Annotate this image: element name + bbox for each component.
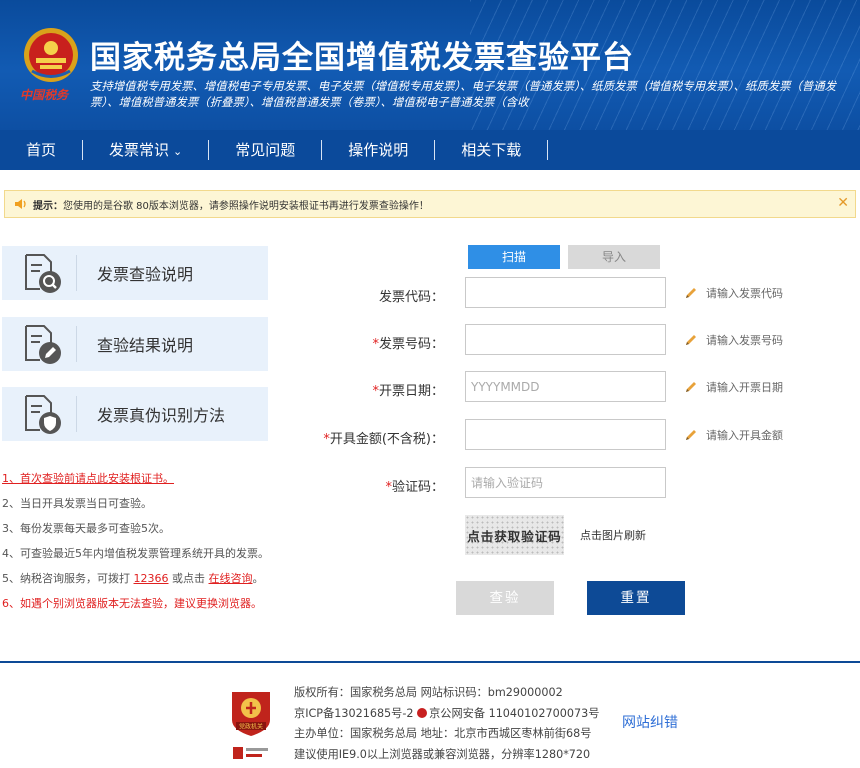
footer-info: 版权所有：国家税务总局 网站标识码：bm29000002 京ICP备130216… [294,683,599,765]
tip-same-day: 2、当日开具发票当日可查验。 [2,497,152,510]
tab-import[interactable]: 导入 [568,245,660,269]
site-header: 中国税务 国家税务总局全国增值税发票查验平台 支持增值税专用发票、增值税电子专用… [0,0,860,130]
notice-prefix: 提示： [33,200,63,212]
footer-organizer: 主办单位：国家税务总局 地址：北京市西城区枣林前街68号 [294,727,592,740]
tax-emblem-icon [24,28,78,82]
nav-downloads[interactable]: 相关下载 [435,140,547,160]
invoice-code-label: 发票代码： [300,286,444,305]
speaker-icon [15,199,26,209]
police-badge-icon [417,707,428,718]
tip-five-years: 4、可查验最近5年内增值税发票管理系统开具的发票。 [2,547,269,560]
page-subtitle: 支持增值税专用发票、增值税电子专用发票、电子发票（增值税专用发票）、电子发票（普… [90,79,837,109]
pencil-icon [686,382,696,392]
invoice-number-label: *发票号码： [300,333,444,352]
tips-list: 1、首次查验前请点此安装根证书。 2、当日开具发票当日可查验。 3、每份发票每天… [2,466,302,616]
invoice-number-hint: 请输入发票号码 [684,332,783,348]
close-icon[interactable]: ✕ [837,195,849,211]
nav-instructions-label: 操作说明 [348,141,409,159]
check-button[interactable]: 查验 [456,581,554,615]
invoice-number-hint-text: 请输入发票号码 [706,334,783,347]
invoice-number-input[interactable] [465,324,666,355]
doc-edit-icon [25,325,61,364]
card-separator [76,255,77,291]
tip-consult-pre: 5、纳税咨询服务，可拨打 [2,572,134,585]
captcha-refresh-tip: 点击图片刷新 [580,529,646,542]
logo-text: 党政机关 [239,723,263,731]
card-result-guide[interactable]: 查验结果说明 [2,317,268,371]
tip-consult-mid: 或点击 [168,572,209,585]
nav-faq[interactable]: 常见问题 [209,140,321,160]
invoice-amount-label: *开具金额(不含税)： [300,428,444,447]
card-label: 发票真伪识别方法 [97,406,226,425]
footer-copyright: 版权所有：国家税务总局 网站标识码：bm29000002 [294,686,563,699]
phone-link[interactable]: 12366 [134,572,169,585]
card-invoice-check-guide[interactable]: 发票查验说明 [2,246,268,300]
footer-divider [0,661,860,663]
nav-home-label: 首页 [26,141,57,159]
tip-install-cert-text[interactable]: 1、首次查验前请点此安装根证书。 [2,472,174,485]
invoice-code-hint-text: 请输入发票代码 [706,287,783,300]
invoice-code-label-text: 发票代码： [378,290,444,305]
nav-downloads-label: 相关下载 [461,141,522,159]
invoice-code-hint: 请输入发票代码 [684,285,783,301]
invoice-date-label: *开票日期： [300,380,444,399]
invoice-amount-hint: 请输入开具金额 [684,427,783,443]
party-government-logo-icon: 党政机关 [232,692,270,736]
tip-consult-post: 。 [252,572,264,585]
doc-shield-icon [25,395,61,434]
invoice-date-hint: 请输入开票日期 [684,379,783,395]
captcha-input[interactable] [465,467,666,498]
doc-search-icon [25,254,61,293]
nav-invoice-knowledge-label: 发票常识 [109,141,170,159]
invoice-date-label-text: 开票日期： [378,384,444,399]
invoice-number-label-text: 发票号码： [378,337,444,352]
card-separator [76,326,77,362]
footer-icp: 京ICP备13021685号-2 京公网安备 11040102700073号 [294,704,599,725]
card-authenticity-guide[interactable]: 发票真伪识别方法 [2,387,268,441]
page-title: 国家税务总局全国增值税发票查验平台 [90,40,634,76]
pencil-icon [686,430,696,440]
tip-daily-limit: 3、每份发票每天最多可查验5次。 [2,522,170,535]
pencil-icon [686,335,696,345]
notice-text: 您使用的是谷歌 80版本浏览器，请参照操作说明安装根证书再进行发票查验操作！ [63,200,429,212]
invoice-amount-input[interactable] [465,419,666,450]
nav-invoice-knowledge[interactable]: 发票常识 ⌄ [83,140,208,160]
header-motto: 中国税务 [20,88,69,102]
site-error-report-link[interactable]: 网站纠错 [622,712,678,732]
chevron-down-icon: ⌄ [173,145,183,158]
nav-home[interactable]: 首页 [0,140,82,160]
card-label: 查验结果说明 [97,336,194,355]
invoice-date-hint-text: 请输入开票日期 [706,381,783,394]
invoice-date-input[interactable] [465,371,666,402]
report-badge-icon [233,747,268,759]
captcha-image[interactable]: 点击获取验证码 [465,515,564,555]
tip-browser: 6、如遇个别浏览器版本无法查验，建议更换浏览器。 [2,597,262,610]
card-separator [76,396,77,432]
card-label: 发票查验说明 [97,265,194,284]
footer-icp-number: 京ICP备13021685号-2 [294,706,418,720]
footer-police-record: 京公网安备 11040102700073号 [429,706,600,720]
captcha-label: *验证码： [300,476,444,495]
pencil-icon [686,288,696,298]
main-nav: 首页 发票常识 ⌄ 常见问题 操作说明 相关下载 [0,130,860,170]
invoice-amount-hint-text: 请输入开具金额 [706,429,783,442]
invoice-amount-label-text: 开具金额(不含税)： [329,432,444,447]
nav-instructions[interactable]: 操作说明 [322,140,434,160]
tip-install-cert[interactable]: 1、首次查验前请点此安装根证书。 [2,466,302,491]
online-consult-link[interactable]: 在线咨询 [209,572,253,585]
captcha-label-text: 验证码： [391,480,444,495]
nav-faq-label: 常见问题 [235,141,296,159]
nav-separator [547,140,549,160]
reset-button[interactable]: 重置 [587,581,685,615]
tip-consult: 5、纳税咨询服务，可拨打 12366 或点击 在线咨询。 [2,566,302,591]
footer-browser-tip: 建议使用IE9.0以上浏览器或兼容浏览器，分辨率1280*720 [294,747,591,761]
tab-scan[interactable]: 扫描 [468,245,560,269]
invoice-code-input[interactable] [465,277,666,308]
browser-notice: 提示： 您使用的是谷歌 80版本浏览器，请参照操作说明安装根证书再进行发票查验操… [4,190,856,218]
